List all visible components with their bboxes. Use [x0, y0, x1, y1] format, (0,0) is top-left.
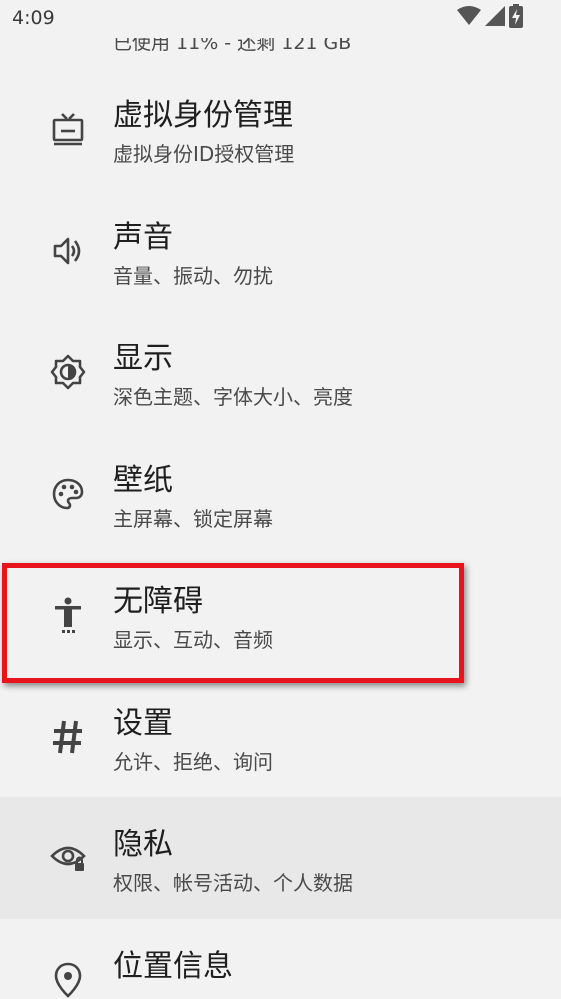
settings-item-display[interactable]: 显示 深色主题、字体大小、亮度	[0, 311, 561, 433]
settings-item-summary: 音量、振动、勿扰	[113, 263, 273, 288]
settings-item-title: 无障碍	[113, 584, 203, 619]
settings-item-title: 声音	[113, 219, 173, 255]
settings-item-title: 位置信息	[113, 948, 233, 984]
settings-item-summary: 深色主题、字体大小、亮度	[113, 385, 353, 409]
status-bar: 4:09	[0, 0, 561, 38]
settings-item-wallpaper[interactable]: 壁纸 主屏幕、锁定屏幕	[0, 433, 561, 555]
palette-icon	[48, 474, 88, 514]
volume-icon	[48, 231, 88, 271]
settings-item-location[interactable]: 位置信息	[0, 919, 561, 999]
settings-item-sound[interactable]: 声音 音量、振动、勿扰	[0, 190, 561, 312]
settings-item-summary: 主屏幕、锁定屏幕	[113, 506, 273, 531]
privacy-eye-icon	[48, 838, 88, 878]
tv-icon	[48, 109, 88, 149]
cellular-signal-icon	[485, 6, 505, 30]
accessibility-icon	[48, 595, 88, 635]
brightness-icon	[48, 352, 88, 392]
settings-item-summary: 显示、互动、音频	[113, 628, 273, 652]
settings-item-title: 隐私	[113, 827, 173, 862]
settings-item-summary: 权限、帐号活动、个人数据	[113, 871, 353, 895]
battery-charging-icon	[509, 4, 523, 32]
settings-item-permissions[interactable]: 设置 允许、拒绝、询问	[0, 676, 561, 798]
hash-icon	[48, 717, 88, 757]
settings-item-title: 虚拟身份管理	[113, 98, 293, 133]
settings-list: 虚拟身份管理 虚拟身份ID授权管理 声音 音量、振动、勿扰 显示 深色主题、字体…	[0, 68, 561, 999]
location-pin-icon	[48, 960, 88, 999]
settings-screen: 4:09 已使用 11% - 还剩 121 GB 虚拟身份管理 虚拟身份ID授权…	[0, 0, 561, 999]
settings-item-accessibility[interactable]: 无障碍 显示、互动、音频	[0, 554, 561, 676]
settings-item-privacy[interactable]: 隐私 权限、帐号活动、个人数据	[0, 797, 561, 919]
settings-item-summary: 虚拟身份ID授权管理	[113, 142, 295, 166]
settings-item-virtual-identity[interactable]: 虚拟身份管理 虚拟身份ID授权管理	[0, 68, 561, 190]
wifi-icon	[457, 6, 481, 30]
status-icons	[457, 4, 523, 32]
settings-item-summary: 允许、拒绝、询问	[113, 749, 273, 774]
settings-item-title: 设置	[113, 705, 173, 741]
settings-item-title: 显示	[113, 341, 173, 376]
status-time: 4:09	[12, 7, 55, 29]
settings-item-title: 壁纸	[113, 462, 173, 498]
